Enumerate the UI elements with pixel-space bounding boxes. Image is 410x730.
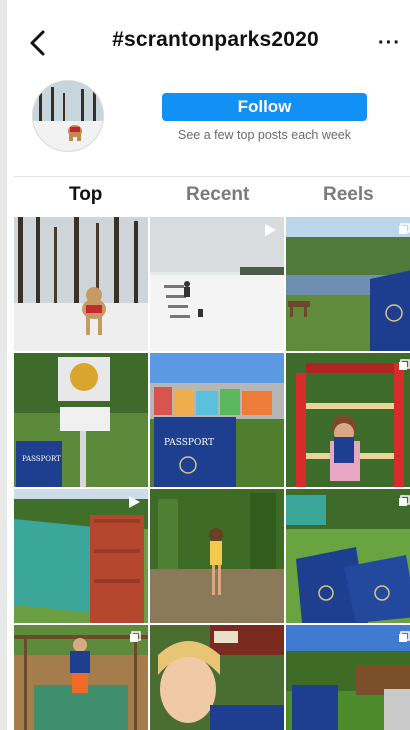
tabs-divider	[14, 176, 410, 177]
follow-button[interactable]: Follow	[162, 93, 367, 121]
tab-reels[interactable]: Reels	[323, 184, 374, 206]
carousel-icon	[399, 223, 410, 234]
carousel-icon	[130, 631, 141, 642]
post-thumbnail[interactable]: PASSPORT	[14, 353, 148, 487]
post-thumbnail[interactable]	[14, 217, 148, 351]
post-thumbnail[interactable]	[286, 217, 410, 351]
header: #scrantonparks2020 ···	[14, 0, 410, 82]
post-thumbnail[interactable]	[286, 489, 410, 623]
page-title: #scrantonparks2020	[112, 28, 319, 51]
passport-text: PASSPORT	[164, 438, 214, 448]
reel-icon	[265, 224, 276, 236]
post-thumbnail[interactable]	[14, 489, 148, 623]
post-thumbnail[interactable]: PASSPORT	[150, 353, 284, 487]
carousel-icon	[399, 495, 410, 506]
passport-text: PASSPORT	[22, 455, 61, 463]
more-options-button[interactable]: ···	[378, 32, 401, 55]
post-thumbnail[interactable]	[150, 489, 284, 623]
follow-description: See a few top posts each week	[177, 128, 352, 142]
post-thumbnail[interactable]	[14, 625, 148, 730]
post-thumbnail[interactable]	[150, 625, 284, 730]
more-horizontal-icon: ···	[378, 32, 401, 54]
tab-recent[interactable]: Recent	[186, 184, 249, 206]
post-thumbnail[interactable]	[286, 353, 410, 487]
reel-icon	[129, 496, 140, 508]
post-thumbnail[interactable]	[286, 625, 410, 730]
post-thumbnail[interactable]	[150, 217, 284, 351]
hashtag-avatar[interactable]	[32, 80, 104, 152]
app-screen: #scrantonparks2020 ··· Follow See a few …	[0, 0, 410, 730]
tab-top[interactable]: Top	[69, 184, 102, 206]
carousel-icon	[399, 631, 410, 642]
carousel-icon	[399, 359, 410, 370]
